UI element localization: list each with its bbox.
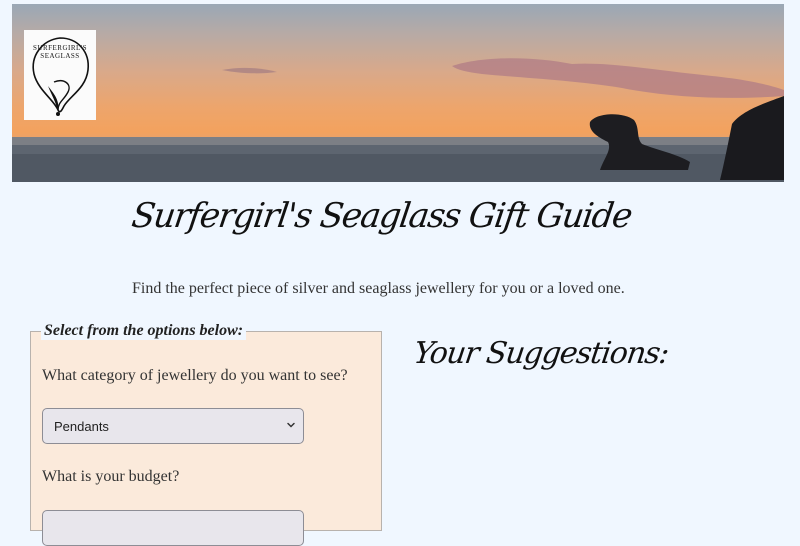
intro-text: Find the perfect piece of silver and sea… [132,280,625,297]
options-fieldset: Select from the options below: What cate… [30,322,382,546]
header-banner [12,4,784,182]
suggestions-title: Your Suggestions: [411,336,671,371]
budget-select[interactable] [42,510,304,546]
budget-question-label: What is your budget? [42,468,180,485]
category-select-value: Pendants [54,419,109,434]
sunset-sea-image [12,58,784,182]
options-legend: Select from the options below: [41,322,247,340]
category-question-label: What category of jewellery do you want t… [42,367,348,384]
category-select[interactable]: Pendants [42,408,304,444]
logo-text: SURFERGIRL'S SEAGLASS [33,44,87,60]
site-logo[interactable]: SURFERGIRL'S SEAGLASS [24,30,96,120]
page-title: Surfergirl's Seaglass Gift Guide [129,196,634,236]
chevron-down-icon [287,422,295,428]
